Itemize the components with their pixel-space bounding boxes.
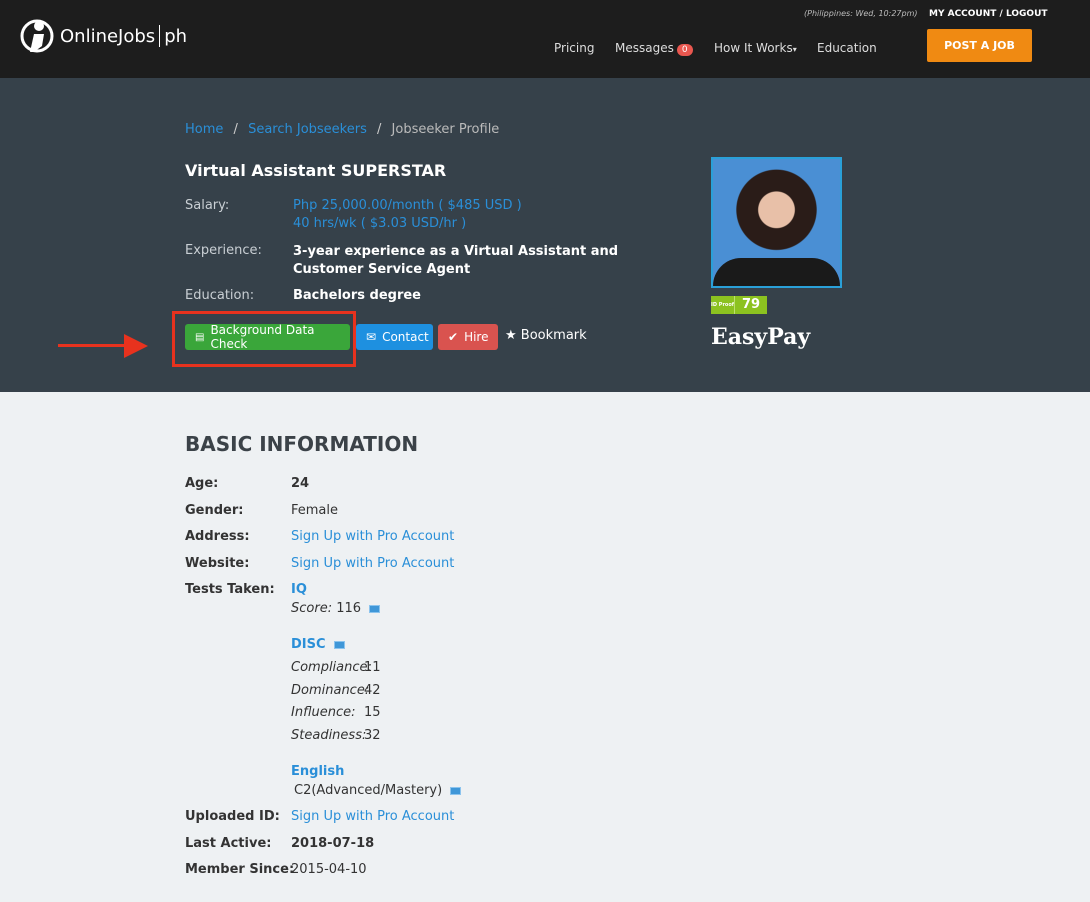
id-card-icon: ▤ — [195, 331, 205, 343]
logo[interactable]: OnlineJobs ph — [20, 16, 187, 56]
disc-test-link[interactable]: DISC — [291, 637, 326, 652]
english-test-link[interactable]: English — [291, 764, 344, 779]
basic-info-heading: BASIC INFORMATION — [185, 432, 419, 456]
image-icon[interactable] — [369, 604, 381, 613]
disc-scores: Compliance:11 Dominance:42 Influence: 15 … — [291, 657, 381, 747]
disc-key: Influence: — [291, 705, 356, 720]
last-active-label: Last Active: — [185, 836, 272, 851]
arrow-head-icon — [124, 334, 148, 358]
iq-score-label: Score: — [291, 601, 333, 616]
website-label: Website: — [185, 556, 250, 571]
breadcrumb-sep: / — [377, 122, 382, 137]
breadcrumb: Home / Search Jobseekers / Jobseeker Pro… — [185, 122, 499, 137]
star-icon: ★ — [505, 328, 517, 343]
profile-title: Virtual Assistant SUPERSTAR — [185, 161, 447, 180]
bookmark-label: Bookmark — [520, 328, 587, 343]
hire-label: Hire — [464, 330, 489, 344]
disc-value: 42 — [364, 682, 381, 698]
disc-key: Compliance: — [291, 660, 372, 675]
background-check-label: Background Data Check — [210, 323, 315, 351]
easypay-logo: EasyPay — [711, 324, 811, 350]
nav-messages-label: Messages — [615, 41, 674, 55]
english-level-value: C2(Advanced/Mastery) — [294, 783, 443, 798]
background-check-button[interactable]: ▤ Background Data Check — [185, 323, 350, 351]
post-job-button[interactable]: POST A JOB — [927, 29, 1032, 62]
experience-label: Experience: — [185, 243, 262, 258]
disc-value: 11 — [364, 660, 381, 675]
salary-hours: 40 hrs/wk ( $3.03 USD/hr ) — [293, 216, 467, 231]
brand-name: OnlineJobs — [60, 25, 156, 47]
disc-key: Steadiness: — [291, 727, 367, 743]
gender-label: Gender: — [185, 503, 244, 518]
image-icon[interactable] — [333, 640, 345, 649]
last-active-value: 2018-07-18 — [291, 836, 375, 851]
disc-row: Influence: 15 — [291, 702, 381, 725]
contact-button[interactable]: ✉ Contact — [356, 324, 433, 350]
education-value: Bachelors degree — [293, 288, 421, 303]
id-proof-label: ID Proof — [711, 296, 735, 314]
address-label: Address: — [185, 529, 250, 544]
breadcrumb-current: Jobseeker Profile — [391, 122, 500, 137]
address-link[interactable]: Sign Up with Pro Account — [291, 529, 454, 544]
salary-label: Salary: — [185, 198, 230, 213]
caret-down-icon: ▾ — [792, 45, 797, 54]
contact-label: Contact — [382, 330, 429, 344]
salary-month: Php 25,000.00/month ( $485 USD ) — [293, 198, 522, 213]
member-since-label: Member Since: — [185, 862, 295, 877]
disc-row: Steadiness:32 — [291, 725, 381, 748]
tests-label: Tests Taken: — [185, 582, 275, 597]
iq-test-link[interactable]: IQ — [291, 582, 307, 597]
nav-pricing[interactable]: Pricing — [554, 41, 594, 55]
logo-icon — [20, 19, 54, 53]
timezone-text: (Philippines: Wed, 10:27pm) — [804, 9, 918, 18]
profile-photo — [711, 157, 842, 288]
envelope-icon: ✉ — [366, 330, 377, 344]
nav-messages[interactable]: Messages 0 — [615, 41, 693, 56]
breadcrumb-sep: / — [233, 122, 238, 137]
disc-value: 32 — [364, 727, 381, 743]
website-link[interactable]: Sign Up with Pro Account — [291, 556, 454, 571]
member-since-value: 2015-04-10 — [291, 862, 367, 877]
nav-how-it-works[interactable]: How It Works▾ — [714, 41, 797, 55]
disc-value: 15 — [364, 705, 381, 720]
brand-suffix: ph — [164, 25, 188, 47]
gender-value: Female — [291, 503, 339, 518]
bookmark-button[interactable]: ★ Bookmark — [505, 328, 587, 343]
education-label: Education: — [185, 288, 255, 303]
profile-hero — [0, 78, 1090, 392]
disc-key: Dominance: — [291, 682, 370, 698]
age-label: Age: — [185, 476, 219, 491]
disc-test: DISC — [291, 637, 345, 652]
id-proof-score: 79 — [742, 297, 761, 312]
experience-value: 3-year experience as a Virtual Assistant… — [293, 244, 619, 277]
english-level: C2(Advanced/Mastery) — [294, 783, 462, 798]
breadcrumb-home[interactable]: Home — [185, 122, 223, 137]
disc-row: Compliance:11 — [291, 657, 381, 680]
image-icon[interactable] — [450, 786, 462, 795]
check-icon: ✔ — [448, 330, 459, 344]
breadcrumb-search[interactable]: Search Jobseekers — [248, 122, 367, 137]
uploaded-id-link[interactable]: Sign Up with Pro Account — [291, 809, 454, 824]
nav-how-label: How It Works — [714, 41, 793, 55]
id-proof-badge: ID Proof 79 — [711, 296, 768, 314]
nav-education[interactable]: Education — [817, 41, 877, 55]
account-link[interactable]: MY ACCOUNT / LOGOUT — [929, 9, 1048, 19]
age-value: 24 — [291, 476, 310, 491]
uploaded-id-label: Uploaded ID: — [185, 809, 280, 824]
hire-button[interactable]: ✔ Hire — [438, 324, 498, 350]
messages-badge: 0 — [676, 44, 693, 56]
iq-score: Score: 116 — [291, 601, 381, 616]
iq-score-value: 116 — [336, 601, 362, 616]
disc-row: Dominance:42 — [291, 680, 381, 703]
arrow-shaft — [58, 344, 126, 347]
